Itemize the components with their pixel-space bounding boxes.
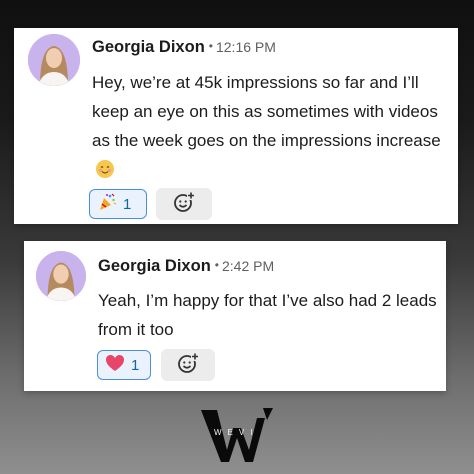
logo-text: WEVI (214, 428, 259, 437)
add-emoji-icon (173, 191, 195, 218)
message-text: Yeah, I’m happy for that I’ve also had 2… (98, 286, 438, 344)
reaction-count: 1 (131, 356, 140, 374)
add-reaction-button[interactable] (156, 188, 212, 220)
heart-icon (105, 354, 125, 376)
reaction-party-popper[interactable]: 1 (89, 189, 147, 219)
separator-dot: • (214, 258, 219, 272)
message-header: Georgia Dixon • 12:16 PM (92, 38, 276, 57)
message-header: Georgia Dixon • 2:42 PM (98, 257, 274, 276)
add-emoji-icon (177, 352, 199, 379)
author-name[interactable]: Georgia Dixon (98, 257, 211, 275)
message-card: Georgia Dixon • 12:16 PM Hey, we’re at 45k… (14, 28, 458, 224)
message-body: Hey, we’re at 45k impressions so far and… (92, 73, 441, 150)
party-popper-icon (97, 192, 117, 216)
message-card: Georgia Dixon • 2:42 PM Yeah, I’m happy fo… (24, 241, 446, 391)
avatar[interactable] (36, 251, 86, 301)
message-text: Hey, we’re at 45k impressions so far and… (92, 68, 454, 184)
reaction-heart[interactable]: 1 (97, 350, 151, 380)
message-body: Yeah, I’m happy for that I’ve also had 2… (98, 291, 437, 339)
timestamp[interactable]: 12:16 PM (216, 39, 276, 55)
author-name[interactable]: Georgia Dixon (92, 38, 205, 56)
timestamp[interactable]: 2:42 PM (222, 258, 274, 274)
reaction-count: 1 (123, 195, 132, 213)
avatar[interactable] (28, 34, 80, 86)
separator-dot: • (208, 39, 213, 53)
smiling-face-icon (96, 160, 114, 178)
add-reaction-button[interactable] (161, 349, 215, 381)
